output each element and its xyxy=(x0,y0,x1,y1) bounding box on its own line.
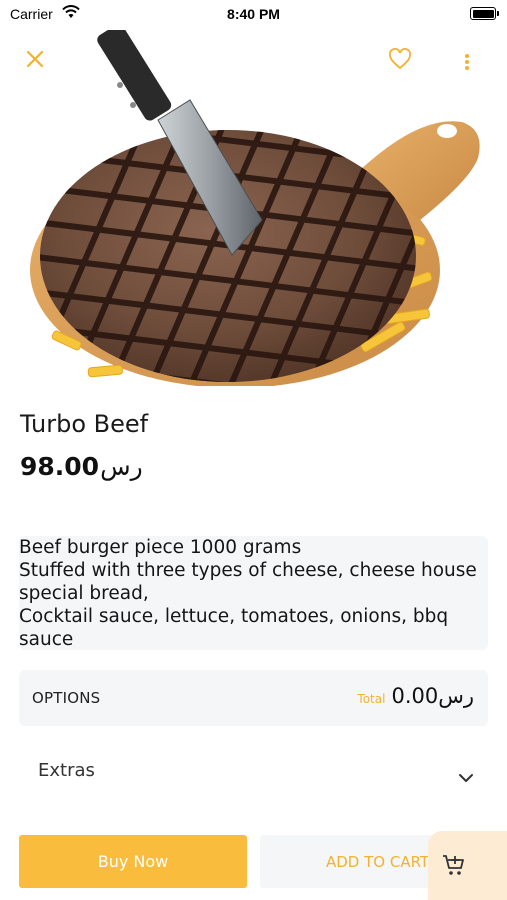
price-currency: رس xyxy=(100,452,143,481)
options-total: Total 0.00رس xyxy=(357,684,474,708)
clock: 8:40 PM xyxy=(227,6,280,22)
total-label: Total xyxy=(357,692,386,706)
add-to-cart-icon xyxy=(442,853,466,881)
status-bar: Carrier 8:40 PM xyxy=(0,0,507,30)
product-price: 98.00رس xyxy=(20,452,143,481)
product-description: Beef burger piece 1000 grams Stuffed wit… xyxy=(19,536,488,650)
description-line: Stuffed with three types of cheese, chee… xyxy=(19,560,477,581)
product-image xyxy=(0,30,507,386)
total-amount: 0.00 xyxy=(391,684,439,708)
heart-icon[interactable] xyxy=(388,48,412,74)
product-title: Turbo Beef xyxy=(20,410,149,438)
options-label: OPTIONS xyxy=(32,689,101,707)
options-header: OPTIONS Total 0.00رس xyxy=(19,670,488,726)
total-value: 0.00رس xyxy=(391,684,474,708)
description-line: sauce xyxy=(19,629,74,650)
more-vertical-icon[interactable] xyxy=(463,52,471,76)
description-line: Beef burger piece 1000 grams xyxy=(19,537,302,558)
extras-dropdown[interactable]: Extras xyxy=(19,746,488,806)
total-currency: رس xyxy=(438,684,474,708)
extras-label: Extras xyxy=(38,760,95,781)
description-line: special bread, xyxy=(19,583,149,604)
chevron-down-icon xyxy=(458,768,474,787)
close-icon[interactable] xyxy=(25,49,45,73)
buy-now-button[interactable]: Buy Now xyxy=(19,835,247,888)
description-line: Cocktail sauce, lettuce, tomatoes, onion… xyxy=(19,606,449,627)
battery-icon xyxy=(470,7,499,20)
cart-fab[interactable] xyxy=(428,831,507,900)
price-value: 98.00 xyxy=(20,452,100,481)
